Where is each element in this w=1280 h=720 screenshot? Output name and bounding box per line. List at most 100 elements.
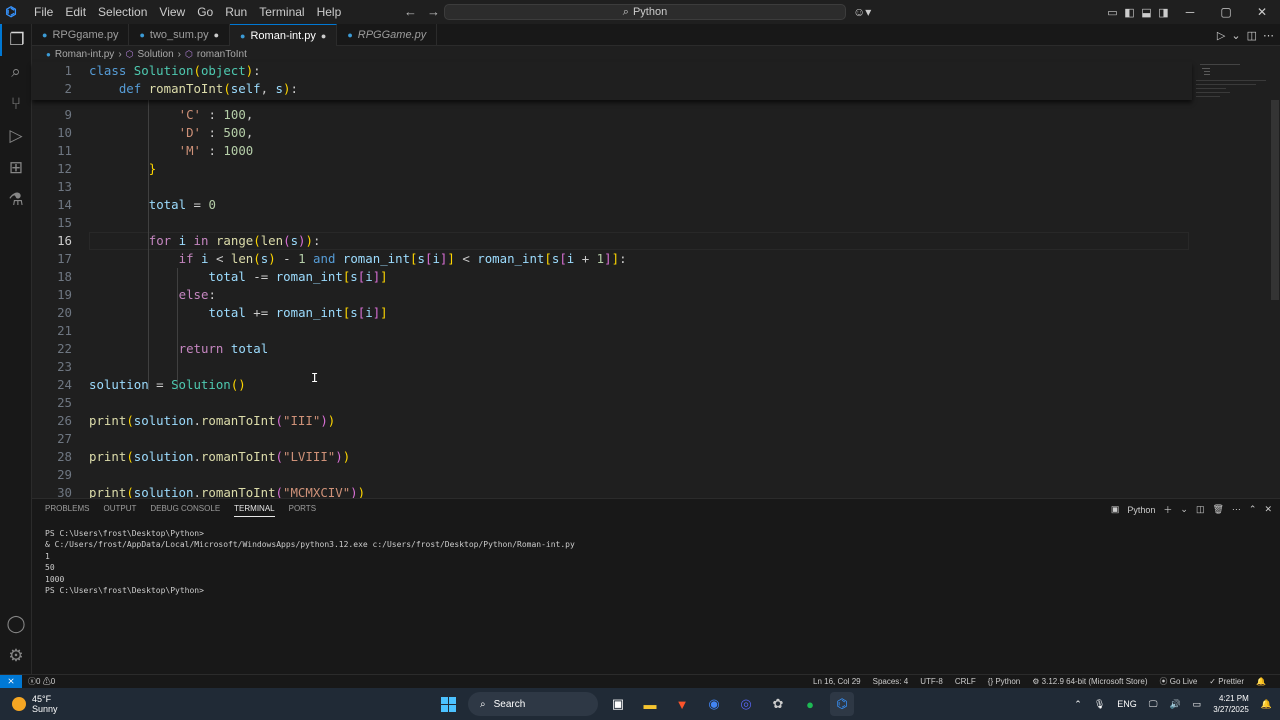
close-panel-icon[interactable]: ✕ [1264,504,1272,515]
code-line[interactable]: 16 for i in range(len(s)): [32,232,1192,250]
code-line[interactable]: 9 'C' : 100, [32,106,1192,124]
cursor-position[interactable]: Ln 16, Col 29 [813,675,861,688]
panel-tab-output[interactable]: OUTPUT [103,504,136,517]
microphone-icon[interactable]: 🎙 [1094,699,1105,710]
code-line[interactable]: 15 [32,214,1192,232]
menu-help[interactable]: Help [311,0,348,24]
notifications-bell-icon[interactable]: 🔔 [1256,675,1266,688]
battery-icon[interactable]: ▭ [1193,699,1202,710]
brave-browser-icon[interactable]: ▼ [670,692,694,716]
terminal-output[interactable]: PS C:\Users\frost\Desktop\Python> & C:/Us… [45,528,575,596]
breadcrumb-file[interactable]: Roman-int.py [55,49,114,60]
code-line[interactable]: 12 } [32,160,1192,178]
unsaved-dot-icon[interactable]: ● [321,31,326,41]
account-icon[interactable]: ◯ [0,608,32,640]
copilot-icon[interactable]: ☺▾ [853,0,871,24]
split-terminal-icon[interactable]: ◫ [1196,504,1205,515]
taskbar-search[interactable]: ⌕ Search [468,692,598,716]
layout-panel-icon[interactable]: ⬓ [1138,6,1155,19]
panel-tab-problems[interactable]: PROBLEMS [45,504,89,517]
chevron-down-icon[interactable]: ⌄ [1231,29,1240,42]
code-line[interactable]: 13 [32,178,1192,196]
split-editor-icon[interactable]: ◫ [1247,29,1257,42]
chevron-down-icon[interactable]: ⌄ [1180,504,1188,515]
tab-roman-int[interactable]: ● Roman-int.py ● [230,24,338,46]
prettier-button[interactable]: ✓ Prettier [1209,675,1244,688]
task-view-icon[interactable]: ▣ [606,692,630,716]
code-line[interactable]: 25 [32,394,1192,412]
minimize-button[interactable]: ─ [1172,5,1208,19]
code-line[interactable]: 17 if i < len(s) - 1 and roman_int[s[i]]… [32,250,1192,268]
run-debug-icon[interactable]: ▷ [0,120,32,152]
code-line[interactable]: 11 'M' : 1000 [32,142,1192,160]
menu-go[interactable]: Go [191,0,219,24]
language-indicator[interactable]: ENG [1117,699,1137,709]
panel-tab-terminal[interactable]: TERMINAL [234,504,275,517]
breadcrumb-class[interactable]: Solution [138,49,174,60]
search-view-icon[interactable]: ⌕ [0,56,32,88]
code-line[interactable]: 29 [32,466,1192,484]
more-actions-icon[interactable]: ⋯ [1263,29,1274,42]
go-live-button[interactable]: ⦿ Go Live [1159,675,1197,688]
code-line[interactable]: 21 [32,322,1192,340]
network-icon[interactable]: 🖵 [1149,699,1158,710]
forward-arrow-icon[interactable]: → [427,0,440,24]
panel-tab-ports[interactable]: PORTS [289,504,316,517]
close-window-button[interactable]: ✕ [1244,5,1280,19]
layout-left-icon[interactable]: ◧ [1121,6,1138,19]
weather-widget[interactable]: 45°F Sunny [12,694,58,714]
run-python-file-icon[interactable]: ▷ [1217,29,1225,42]
spotify-icon[interactable]: ● [798,692,822,716]
layout-right-icon[interactable]: ◨ [1155,6,1172,19]
code-line[interactable]: 30 print(solution.romanToInt("MCMXCIV")) [32,484,1192,498]
notification-bell-icon[interactable]: 🔔 [1261,699,1272,710]
menu-selection[interactable]: Selection [92,0,153,24]
menu-file[interactable]: File [28,0,59,24]
code-line[interactable]: 18 total -= roman_int[s[i]] [32,268,1192,286]
line-ending[interactable]: CRLF [955,675,976,688]
problems-status[interactable]: ⓧ0 ⚠0 [28,675,55,688]
panel-tab-debug-console[interactable]: DEBUG CONSOLE [150,504,220,517]
testing-icon[interactable]: ⚗ [0,184,32,216]
indentation[interactable]: Spaces: 4 [873,675,909,688]
source-control-icon[interactable]: ⑂ [0,88,32,120]
code-line[interactable]: 10 'D' : 500, [32,124,1192,142]
chatgpt-icon[interactable]: ✿ [766,692,790,716]
command-center-search[interactable]: ⌕ Python [444,4,846,20]
terminal-shell-label[interactable]: Python [1127,505,1155,515]
kill-terminal-icon[interactable]: 🗑 [1212,504,1223,515]
minimap[interactable] [1192,62,1272,498]
python-interpreter[interactable]: ⚙ 3.12.9 64-bit (Microsoft Store) [1032,675,1147,688]
menu-view[interactable]: View [153,0,191,24]
back-arrow-icon[interactable]: ← [404,0,417,24]
menu-edit[interactable]: Edit [59,0,92,24]
code-line[interactable]: 14 total = 0 [32,196,1192,214]
code-line[interactable]: 26 print(solution.romanToInt("III")) [32,412,1192,430]
language-mode[interactable]: {} Python [988,675,1020,688]
unsaved-dot-icon[interactable]: ● [214,30,219,40]
volume-icon[interactable]: 🔊 [1169,699,1180,710]
code-line[interactable]: 22 return total [32,340,1192,358]
menu-run[interactable]: Run [219,0,253,24]
file-explorer-icon[interactable]: ▬ [638,692,662,716]
chevron-up-icon[interactable]: ⌃ [1074,699,1082,710]
more-actions-icon[interactable]: ⋯ [1232,504,1241,515]
code-line[interactable]: 27 [32,430,1192,448]
clock[interactable]: 4:21 PM 3/27/2025 [1213,693,1249,715]
remote-indicator-icon[interactable]: ⨯ [0,675,22,689]
tab-rpggame[interactable]: ● RPGgame.py [32,24,130,46]
maximize-button[interactable]: ▢ [1208,5,1244,19]
discord-icon[interactable]: ◎ [734,692,758,716]
windows-start-icon[interactable] [436,692,460,716]
vscode-taskbar-icon[interactable]: ⌬ [830,692,854,716]
new-terminal-icon[interactable]: ＋ [1163,503,1172,516]
code-line[interactable]: 28 print(solution.romanToInt("LVIII")) [32,448,1192,466]
chrome-icon[interactable]: ◉ [702,692,726,716]
layout-sidebar-icon[interactable]: ▭ [1104,6,1121,19]
menu-terminal[interactable]: Terminal [253,0,310,24]
extensions-icon[interactable]: ⊞ [0,152,32,184]
settings-gear-icon[interactable]: ⚙ [0,640,32,672]
explorer-icon[interactable]: ❐ [0,24,32,56]
sticky-scroll[interactable]: 1 class Solution(object): 2 def romanToIn… [32,62,1192,100]
encoding[interactable]: UTF-8 [920,675,943,688]
